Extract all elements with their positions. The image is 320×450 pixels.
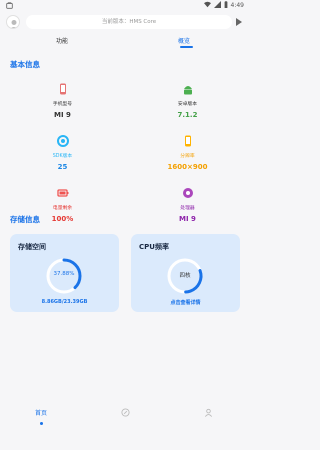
resolution-icon [182,132,194,147]
nav-home[interactable]: 首页 [21,400,61,425]
bottom-nav: 首页 [0,400,250,450]
profile-icon [204,408,212,417]
top-bar: 当前版本：HMS Core [6,15,244,29]
tab-bar: 功能 概览 [0,36,250,50]
tab-function[interactable]: 功能 [56,36,68,45]
nav-tools[interactable] [105,402,145,421]
tab-indicator [180,46,193,48]
info-item-phone-model: 手机型号 MI 9 [0,80,125,124]
battery-status-icon [224,1,228,10]
status-bar: 4:49 [0,0,250,12]
tab-overview[interactable]: 概览 [178,36,190,45]
battery-icon [56,184,69,197]
user-icon [11,20,17,28]
processor-icon [182,184,194,198]
signal-icon [213,1,221,10]
play-icon[interactable] [236,18,242,26]
cpu-detail-link[interactable]: 点击查看详情 [131,299,240,306]
info-item-sdk-version: SDK版本 25 [0,132,125,176]
wifi-icon [203,1,211,10]
sdk-icon [56,132,69,147]
version-notice: 当前版本：HMS Core [26,15,232,29]
storage-detail: 8.86GB/23.39GB [41,299,88,305]
avatar[interactable] [6,15,20,29]
storage-card-title: 存储空间 [18,243,46,251]
cpu-card-title: CPU频率 [139,243,169,251]
storage-percent: 37.88% [53,271,75,277]
info-item-android-version: 安卓版本 7.1.2 [125,80,250,124]
notification-icon [6,2,13,11]
cpu-core-count: 四核 [179,273,191,279]
compass-icon [120,408,130,417]
basic-info-title: 基本信息 [10,60,40,69]
android-icon [182,80,194,95]
info-item-processor: 处理器 MI 9 [125,184,250,228]
nav-active-dot [39,422,43,425]
info-item-resolution: 分辨率 1600×900 [125,132,250,176]
cpu-card[interactable]: CPU频率 四核 点击查看详情 [131,234,240,312]
nav-home-label: 首页 [34,410,47,417]
nav-profile[interactable] [188,402,228,421]
storage-info-title: 存储信息 [10,215,40,224]
phone-icon [57,80,69,95]
status-time: 4:49 [230,2,244,9]
storage-card[interactable]: 存储空间 37.88% 8.86GB/23.39GB [10,234,119,312]
